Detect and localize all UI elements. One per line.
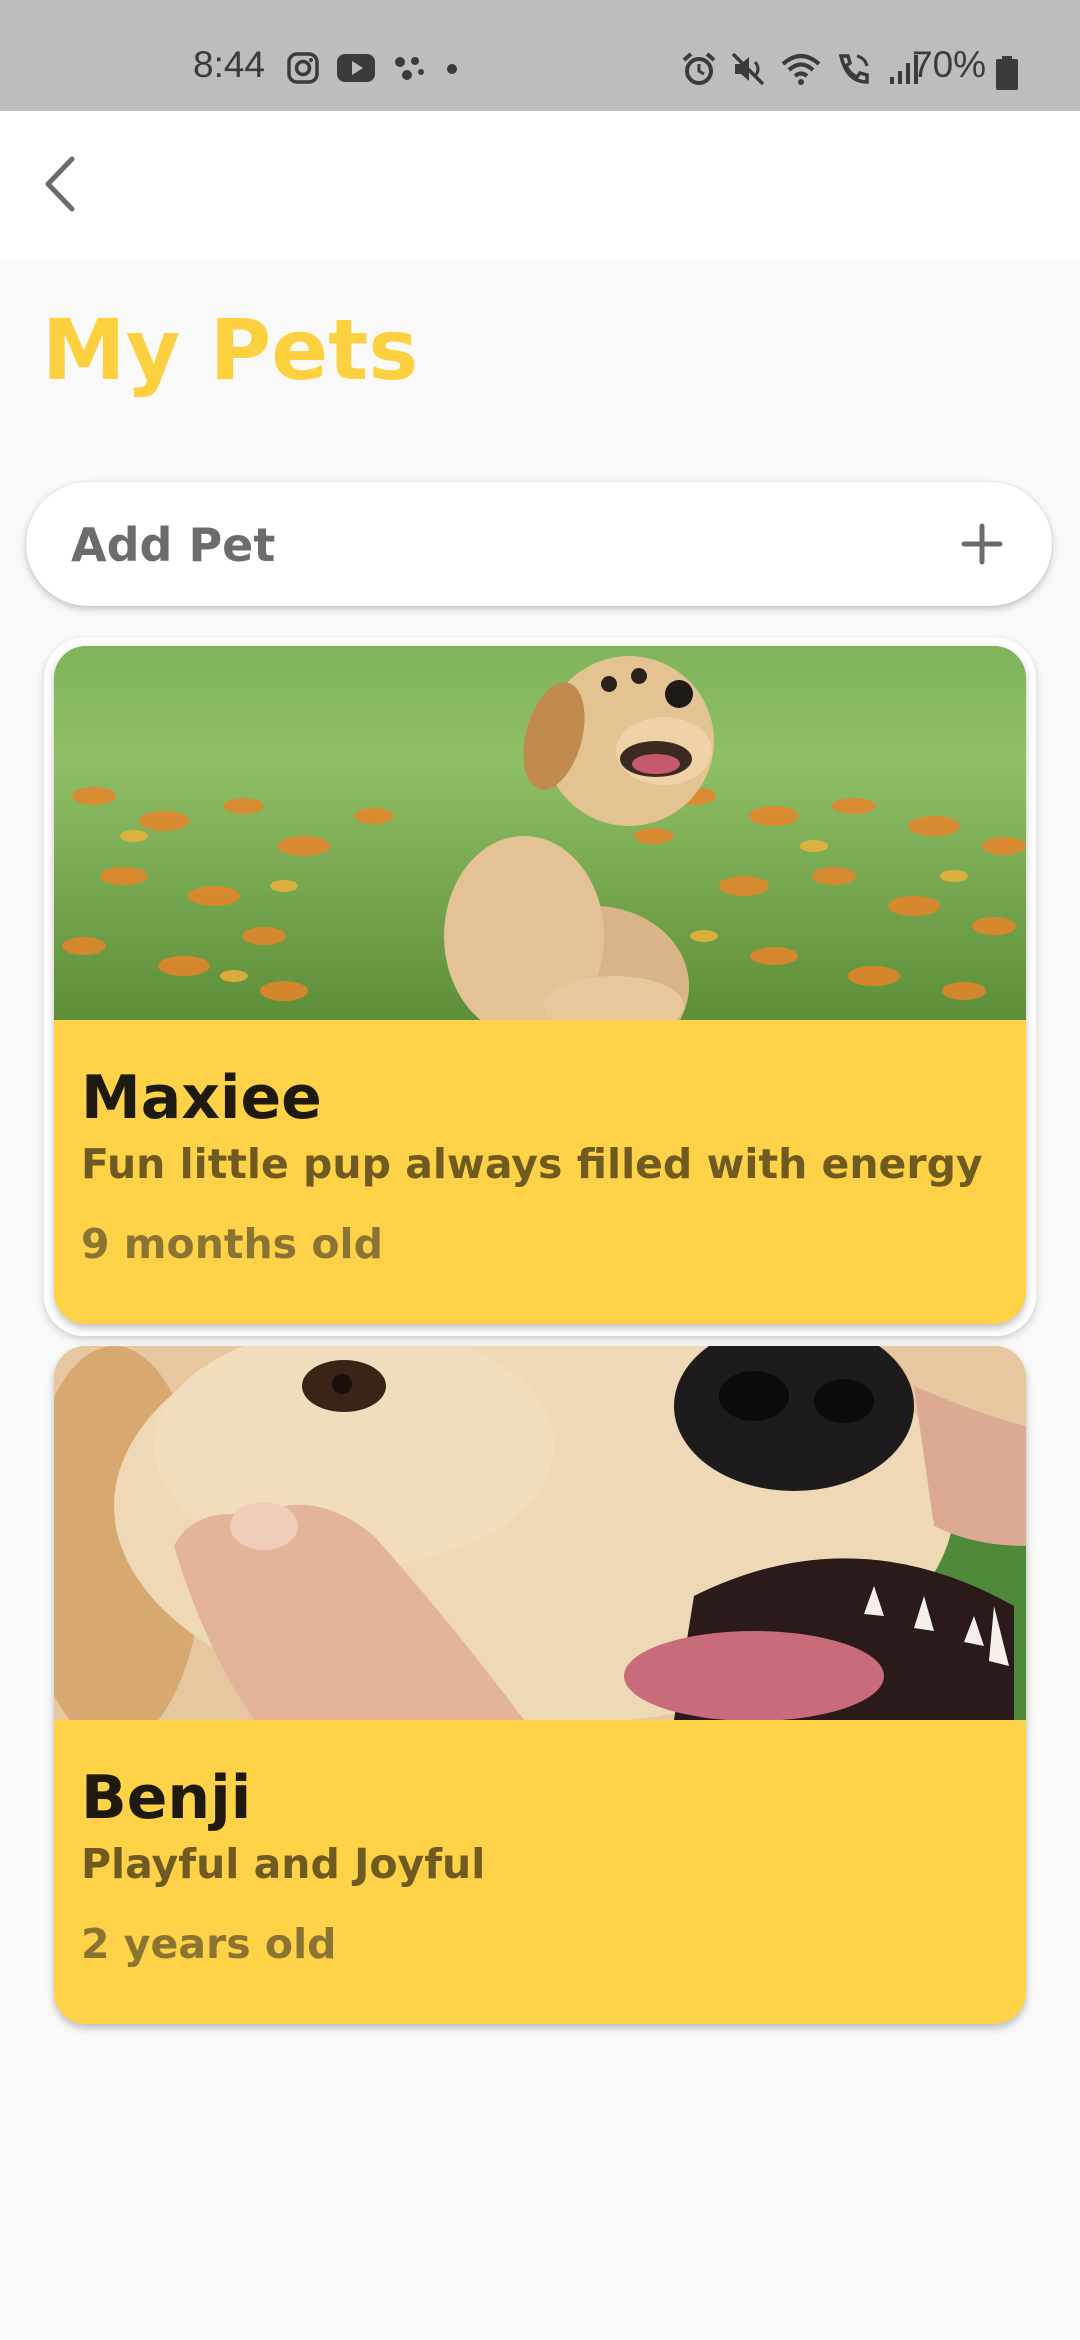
pet-card[interactable]: Benji Playful and Joyful 2 years old: [54, 1346, 1026, 2024]
wifi-icon: [781, 52, 821, 90]
battery-percent: 70%: [912, 44, 987, 85]
pet-description: Playful and Joyful: [81, 1840, 486, 1888]
pet-description: Fun little pup always filled with energy: [81, 1140, 983, 1188]
battery-icon: [996, 56, 1018, 94]
alarm-icon: [681, 52, 717, 90]
call-icon: [835, 52, 875, 90]
assistant-icon: [393, 54, 427, 86]
status-right-icons: [681, 52, 919, 90]
dot-icon: [445, 61, 459, 80]
page-title: My Pets: [42, 301, 419, 399]
status-left-icons: [287, 52, 459, 88]
back-button[interactable]: [30, 151, 90, 221]
youtube-icon: [337, 54, 375, 86]
pet-photo: [54, 646, 1026, 1020]
pet-name: Benji: [81, 1763, 252, 1833]
chevron-left-icon: [40, 154, 80, 218]
status-time: 8:44: [193, 44, 266, 85]
app-bar: [0, 111, 1080, 259]
instagram-icon: [287, 52, 319, 88]
mute-icon: [731, 52, 767, 90]
pet-photo: [54, 1346, 1026, 1720]
pet-age: 2 years old: [81, 1920, 337, 1968]
status-bar: 8:44 70%: [0, 0, 1080, 111]
pet-name: Maxiee: [81, 1063, 322, 1133]
pet-age: 9 months old: [81, 1220, 383, 1268]
add-pet-label: Add Pet: [71, 518, 276, 572]
add-pet-button[interactable]: Add Pet: [26, 482, 1052, 606]
plus-icon: [952, 514, 1012, 574]
pet-card[interactable]: Maxiee Fun little pup always filled with…: [54, 646, 1026, 1324]
